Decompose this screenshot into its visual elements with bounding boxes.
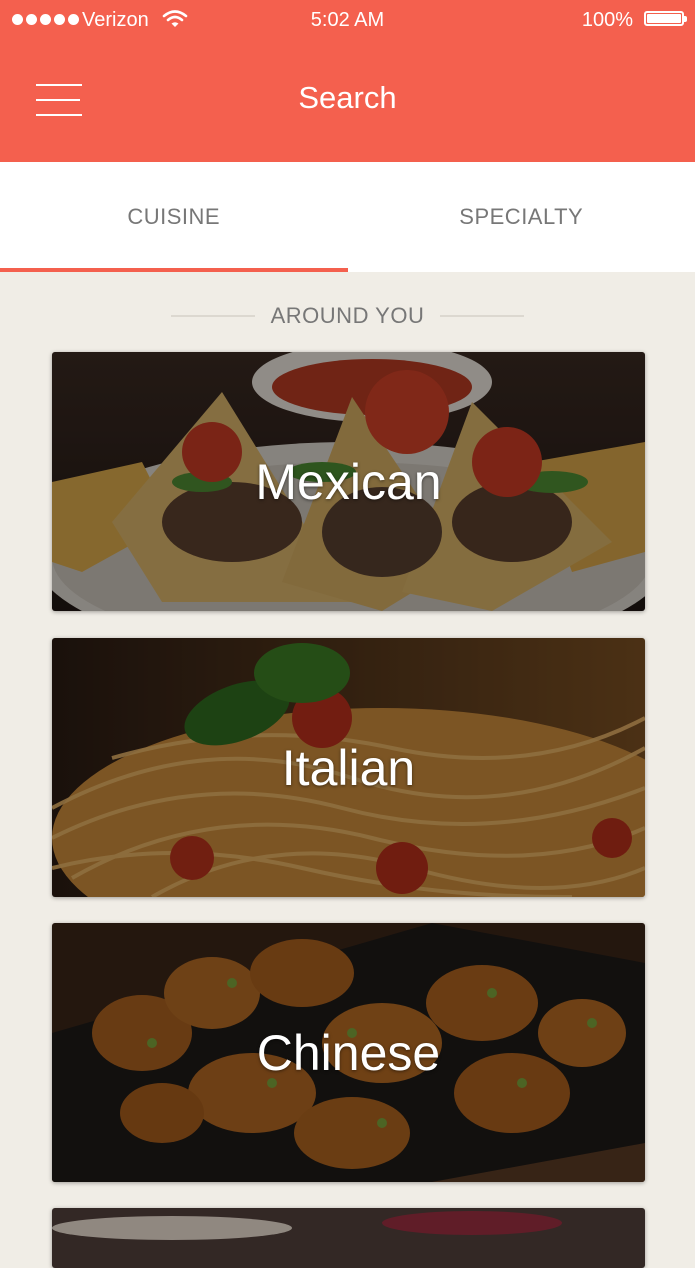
battery-percentage: 100% bbox=[582, 9, 633, 32]
cuisine-card-partial[interactable] bbox=[52, 1208, 645, 1268]
cuisine-card-chinese[interactable]: Chinese bbox=[52, 923, 645, 1182]
tab-bar: CUISINE SPECIALTY bbox=[0, 162, 695, 272]
divider-line bbox=[171, 315, 255, 317]
status-bar: Verizon 5:02 AM 100% bbox=[0, 0, 695, 40]
card-label: Mexican bbox=[52, 352, 645, 611]
page-title: Search bbox=[0, 80, 695, 116]
app-header: Verizon 5:02 AM 100% Search bbox=[0, 0, 695, 162]
tab-cuisine[interactable]: CUISINE bbox=[0, 162, 348, 272]
battery-icon bbox=[644, 11, 684, 26]
cuisine-card-mexican[interactable]: Mexican bbox=[52, 352, 645, 611]
divider-line bbox=[440, 315, 524, 317]
food-image bbox=[52, 1208, 645, 1268]
card-label: Italian bbox=[52, 638, 645, 897]
tab-specialty[interactable]: SPECIALTY bbox=[348, 162, 695, 272]
section-title: AROUND YOU bbox=[271, 303, 425, 329]
cuisine-card-italian[interactable]: Italian bbox=[52, 638, 645, 897]
section-header-around-you: AROUND YOU bbox=[0, 300, 695, 332]
card-label: Chinese bbox=[52, 923, 645, 1182]
